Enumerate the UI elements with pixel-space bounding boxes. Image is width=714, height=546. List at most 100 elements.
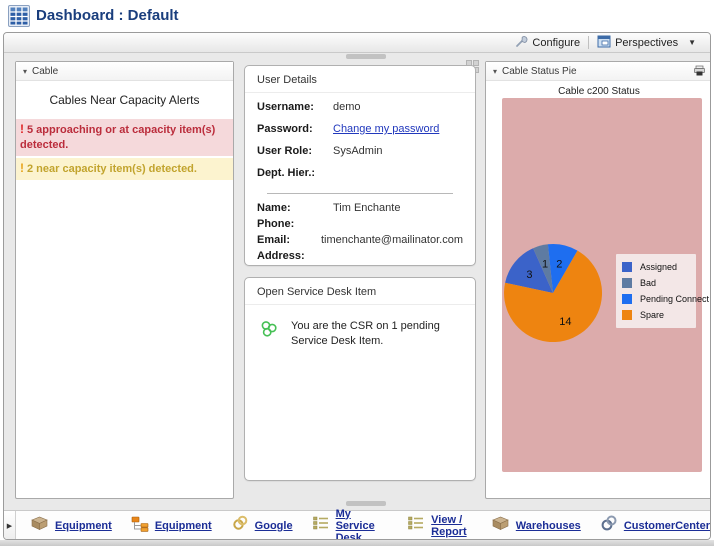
field-value: timenchante@mailinator.com bbox=[321, 234, 463, 250]
list-icon bbox=[407, 515, 425, 536]
chart-title: Cable c200 Status bbox=[486, 86, 711, 97]
service-desk-message: You are the CSR on 1 pending Service Des… bbox=[291, 319, 461, 350]
cable-panel-header[interactable]: ▾ Cable bbox=[16, 62, 233, 81]
legend-label: Pending Connect bbox=[640, 294, 709, 304]
legend-label: Assigned bbox=[640, 262, 677, 272]
row-password: Password: Change my password bbox=[257, 123, 463, 145]
alert-warning: !2 near capacity item(s) detected. bbox=[16, 158, 233, 181]
pie-panel-header[interactable]: ▾ Cable Status Pie bbox=[486, 62, 711, 81]
configure-button[interactable]: Configure bbox=[509, 34, 586, 52]
legend-swatch bbox=[622, 262, 632, 272]
legend-swatch bbox=[622, 310, 632, 320]
link-label: Equipment bbox=[55, 520, 112, 532]
column-drag-handle-bottom[interactable] bbox=[346, 501, 386, 506]
field-label: Password: bbox=[257, 123, 333, 145]
field-label: Username: bbox=[257, 101, 333, 123]
service-desk-rings-icon bbox=[259, 319, 279, 350]
perspectives-label: Perspectives bbox=[615, 37, 678, 49]
row-phone: Phone: bbox=[257, 218, 463, 234]
toolbar-separator bbox=[588, 36, 589, 49]
shortcut-links: Equipment Equipment bbox=[16, 508, 710, 541]
cable-panel-title: Cable bbox=[32, 66, 58, 77]
service-desk-card: Open Service Desk Item You are the CSR o… bbox=[244, 277, 476, 481]
pie-panel-title: Cable Status Pie bbox=[502, 66, 577, 77]
link-label: CustomerCenter bbox=[624, 520, 710, 532]
link-equipment-2[interactable]: Equipment bbox=[131, 515, 212, 537]
perspectives-button[interactable]: Perspectives ▼ bbox=[591, 34, 702, 52]
row-user-role: User Role: SysAdmin bbox=[257, 145, 463, 167]
dashboard-window: Configure Perspectives ▼ ▾ Cable bbox=[3, 32, 711, 540]
legend-label: Bad bbox=[640, 278, 656, 288]
gold-rings-icon bbox=[231, 514, 249, 537]
link-customercenter[interactable]: CustomerCenter bbox=[600, 514, 710, 537]
alert-text: 2 near capacity item(s) detected. bbox=[27, 163, 197, 175]
link-equipment-1[interactable]: Equipment bbox=[30, 515, 112, 536]
bottom-toolbar: ▶ Equipment bbox=[4, 510, 710, 540]
alert-list: !5 approaching or at capacity item(s) de… bbox=[16, 119, 233, 180]
row-dept-hier: Dept. Hier.: bbox=[257, 167, 463, 189]
link-label: Google bbox=[255, 520, 293, 532]
field-value: SysAdmin bbox=[333, 145, 383, 167]
alert-text: 5 approaching or at capacity item(s) det… bbox=[20, 124, 215, 151]
field-label: Name: bbox=[257, 202, 333, 218]
user-details-card: User Details Username: demo Password: Ch… bbox=[244, 65, 476, 266]
field-value: Tim Enchante bbox=[333, 202, 400, 218]
cable-status-pie-panel: ▾ Cable Status Pie Cable c200 Status 312… bbox=[485, 61, 711, 499]
legend-item: Spare bbox=[622, 310, 690, 320]
field-label: Dept. Hier.: bbox=[257, 167, 333, 189]
pie-legend: Assigned Bad Pending Connect Spare bbox=[616, 254, 696, 328]
field-label: User Role: bbox=[257, 145, 333, 167]
field-label: Email: bbox=[257, 234, 321, 250]
legend-item: Assigned bbox=[622, 262, 690, 272]
pie-value-label: 3 bbox=[526, 269, 532, 281]
link-warehouses[interactable]: Warehouses bbox=[491, 515, 581, 536]
link-label: Equipment bbox=[155, 520, 212, 532]
toolbar-collapse-arrow[interactable]: ▶ bbox=[4, 511, 16, 540]
collapse-arrow-icon[interactable]: ▾ bbox=[23, 67, 27, 76]
field-label: Address: bbox=[257, 250, 333, 266]
box-icon bbox=[30, 515, 49, 536]
user-details-header: User Details bbox=[245, 66, 475, 93]
cable-alerts-heading: Cables Near Capacity Alerts bbox=[16, 93, 233, 107]
link-label: Warehouses bbox=[516, 520, 581, 532]
divider bbox=[267, 193, 453, 194]
legend-label: Spare bbox=[640, 310, 664, 320]
row-username: Username: demo bbox=[257, 101, 463, 123]
change-password-link[interactable]: Change my password bbox=[333, 123, 439, 145]
exclamation-icon: ! bbox=[20, 122, 24, 136]
list-icon bbox=[312, 515, 330, 536]
chevron-down-icon[interactable]: ▼ bbox=[688, 38, 696, 47]
dashboard-grid-icon bbox=[8, 5, 30, 27]
footer-strip bbox=[0, 540, 714, 546]
link-my-service-desk[interactable]: My Service Desk bbox=[312, 508, 389, 541]
page-title: Dashboard : Default bbox=[36, 7, 179, 24]
row-email: Email: timenchante@mailinator.com bbox=[257, 234, 463, 250]
configure-label: Configure bbox=[532, 37, 580, 49]
collapse-arrow-icon[interactable]: ▾ bbox=[493, 67, 497, 76]
pie-chart-plot: 31214 AssignedBadPending ConnectSpare bbox=[502, 98, 702, 472]
exclamation-icon: ! bbox=[20, 161, 24, 175]
link-google[interactable]: Google bbox=[231, 514, 293, 537]
link-view-report[interactable]: View / Report bbox=[407, 514, 472, 538]
legend-item: Pending Connect bbox=[622, 294, 690, 304]
row-address: Address: bbox=[257, 250, 463, 266]
service-desk-header: Open Service Desk Item bbox=[245, 278, 475, 305]
pie-value-label: 14 bbox=[559, 316, 571, 328]
pie-value-label: 2 bbox=[556, 258, 562, 270]
link-label: My Service Desk bbox=[336, 508, 389, 541]
column-drag-handle-top[interactable] bbox=[346, 54, 386, 59]
alert-critical: !5 approaching or at capacity item(s) de… bbox=[16, 119, 233, 156]
print-icon[interactable] bbox=[693, 65, 706, 80]
dashboard-screen: Dashboard : Default Configure bbox=[0, 0, 714, 546]
app-header: Dashboard : Default bbox=[0, 0, 714, 32]
legend-swatch bbox=[622, 294, 632, 304]
top-toolbar: Configure Perspectives ▼ bbox=[4, 33, 710, 53]
row-name: Name: Tim Enchante bbox=[257, 202, 463, 218]
legend-item: Bad bbox=[622, 278, 690, 288]
link-label: View / Report bbox=[431, 514, 472, 538]
perspectives-window-icon bbox=[597, 35, 611, 51]
chain-icon bbox=[600, 514, 618, 537]
legend-swatch bbox=[622, 278, 632, 288]
user-details-rows: Username: demo Password: Change my passw… bbox=[245, 93, 475, 266]
org-chart-icon bbox=[131, 515, 149, 537]
